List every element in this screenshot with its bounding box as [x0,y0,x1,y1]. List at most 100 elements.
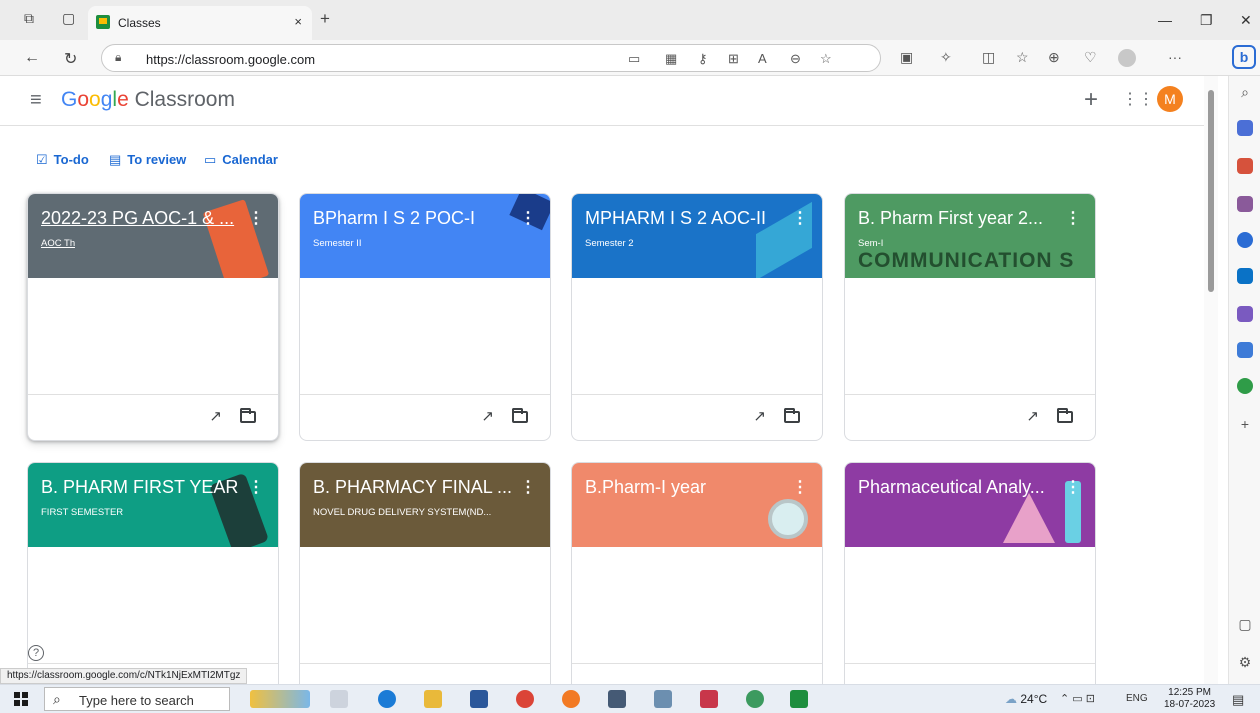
class-title[interactable]: BPharm I S 2 POC-I [313,208,513,229]
snipping-app-icon[interactable] [654,690,672,708]
class-title[interactable]: B. PHARM FIRST YEAR [41,477,241,498]
hide-sidebar-icon[interactable]: ▢ [1237,616,1253,632]
restore-icon[interactable]: ❐ [1200,12,1213,29]
tree-icon[interactable] [1237,378,1253,394]
class-card[interactable]: B. PHARMACY FINAL ... NOVEL DRUG DELIVER… [299,462,551,710]
split-screen-icon[interactable]: ◫ [982,49,995,66]
file-explorer-icon[interactable] [424,690,442,708]
class-title[interactable]: 2022-23 PG AOC-1 & ... [41,208,241,229]
class-title[interactable]: MPHARM I S 2 AOC-II [585,208,785,229]
browser-tab-classes[interactable]: Classes × [88,6,312,40]
open-folder-icon[interactable] [512,408,528,423]
collections-icon[interactable]: ⊕ [1048,49,1060,66]
zoom-out-icon[interactable]: ⊖ [790,51,801,67]
taskbar-search[interactable]: ⌕ Type here to search [44,687,230,711]
help-icon[interactable]: ? [28,645,44,661]
new-tab-button[interactable]: + [320,9,330,29]
open-gradebook-icon[interactable]: ↗ [753,407,766,425]
edge-app-icon[interactable] [378,690,396,708]
more-options-icon[interactable]: ⋮ [248,208,264,228]
bing-copilot-icon[interactable]: b [1232,45,1256,69]
open-folder-icon[interactable] [240,408,256,423]
class-card[interactable]: B.Pharm-I year ⋮ [571,462,823,710]
read-aloud-icon[interactable]: A [758,51,767,66]
games-icon[interactable] [1237,196,1253,212]
tab-actions-icon[interactable]: ▢ [62,10,75,27]
to-review-link[interactable]: ▤ To review [109,152,186,168]
qr-code-icon[interactable]: ▦ [665,51,677,67]
word-app-icon[interactable] [470,690,488,708]
scrollbar-thumb[interactable] [1208,90,1214,292]
google-classroom-logo[interactable]: Google Classroom [61,88,235,112]
class-title[interactable]: B.Pharm-I year [585,477,785,498]
class-title[interactable]: Pharmaceutical Analy... [858,477,1058,498]
more-menu-icon[interactable]: ··· [1168,49,1182,65]
microsoft365-icon[interactable] [1237,232,1253,248]
close-window-icon[interactable]: ✕ [1240,12,1252,29]
tools-briefcase-icon[interactable] [1237,158,1253,174]
app-available-icon[interactable]: ▭ [628,51,640,67]
open-folder-icon[interactable] [1057,408,1073,423]
browser-essentials-icon[interactable]: ♡ [1084,49,1097,66]
more-options-icon[interactable]: ⋮ [248,477,264,497]
more-options-icon[interactable]: ⋮ [1065,477,1081,497]
class-card[interactable]: B. Pharm First year 2... Sem-I COMMUNICA… [844,193,1096,441]
class-title[interactable]: B. Pharm First year 2... [858,208,1058,229]
puzzle-extensions-icon[interactable]: ✧ [940,49,952,66]
calendar-link[interactable]: ▭ Calendar [204,152,278,168]
notifications-icon[interactable]: ▤ [1232,692,1244,708]
designer-icon[interactable] [1237,306,1253,322]
open-gradebook-icon[interactable]: ↗ [209,407,222,425]
class-card[interactable]: MPHARM I S 2 AOC-II Semester 2 ⋮ ↗ [571,193,823,441]
favorites-icon[interactable]: ☆ [1016,49,1029,66]
card-actions: ↗ [572,394,822,440]
more-options-icon[interactable]: ⋮ [520,477,536,497]
todo-link[interactable]: ☑ To-do [36,152,89,168]
more-options-icon[interactable]: ⋮ [792,208,808,228]
back-icon[interactable]: ← [24,49,40,67]
firefox-app-icon[interactable] [562,690,580,708]
search-icon[interactable]: ⌕ [1237,84,1253,100]
chrome-app-icon[interactable] [516,690,534,708]
language-indicator[interactable]: ENG [1126,693,1148,704]
recorder-app-icon[interactable] [700,690,718,708]
more-options-icon[interactable]: ⋮ [792,477,808,497]
add-sidebar-app-icon[interactable]: + [1237,416,1253,432]
profile-icon[interactable] [1118,49,1136,67]
immersive-reader-icon[interactable]: ⊞ [728,51,739,67]
account-avatar[interactable]: M [1157,86,1183,112]
more-options-icon[interactable]: ⋮ [1065,208,1081,228]
task-view-icon[interactable] [330,690,348,708]
shopping-tag-icon[interactable] [1237,120,1253,136]
chrome-profile-app-icon[interactable] [746,690,764,708]
weather-widget[interactable]: ☁ 24°C [1005,692,1047,706]
sidebar-settings-icon[interactable]: ⚙ [1237,654,1253,670]
open-gradebook-icon[interactable]: ↗ [1026,407,1039,425]
drop-icon[interactable] [1237,342,1253,358]
class-card[interactable]: 2022-23 PG AOC-1 & ... AOC Th ⋮ ↗ [27,193,279,441]
search-highlight-icon[interactable] [250,690,310,708]
minimize-icon[interactable]: — [1158,12,1172,28]
create-join-class-button[interactable]: + [1084,86,1098,114]
taskbar-clock[interactable]: 12:25 PM 18-07-2023 [1164,687,1215,711]
class-card[interactable]: BPharm I S 2 POC-I Semester II ⋮ ↗ [299,193,551,441]
close-tab-icon[interactable]: × [294,14,302,29]
address-bar[interactable]: 🔒︎ https://classroom.google.com ▭ ▦ ⚷ ⊞ … [101,44,881,72]
open-folder-icon[interactable] [784,408,800,423]
more-options-icon[interactable]: ⋮ [520,208,536,228]
extension-icon[interactable]: ▣ [900,49,913,66]
windows-start-icon[interactable] [14,692,28,706]
open-gradebook-icon[interactable]: ↗ [481,407,494,425]
key-icon[interactable]: ⚷ [698,51,708,67]
class-card[interactable]: Pharmaceutical Analy... ⋮ [844,462,1096,710]
lock-icon[interactable]: 🔒︎ [115,50,121,65]
main-menu-icon[interactable]: ≡ [30,89,42,112]
outlook-icon[interactable] [1237,268,1253,284]
class-title[interactable]: B. PHARMACY FINAL ... [313,477,513,498]
classroom-app-icon[interactable] [790,690,808,708]
favorite-star-icon[interactable]: ☆ [820,51,832,67]
refresh-icon[interactable]: ↻ [64,49,77,69]
system-tray-icons[interactable]: ⌃ ▭ ⊡ [1060,692,1095,705]
workspaces-icon[interactable]: ⧉ [24,10,34,27]
calculator-app-icon[interactable] [608,690,626,708]
